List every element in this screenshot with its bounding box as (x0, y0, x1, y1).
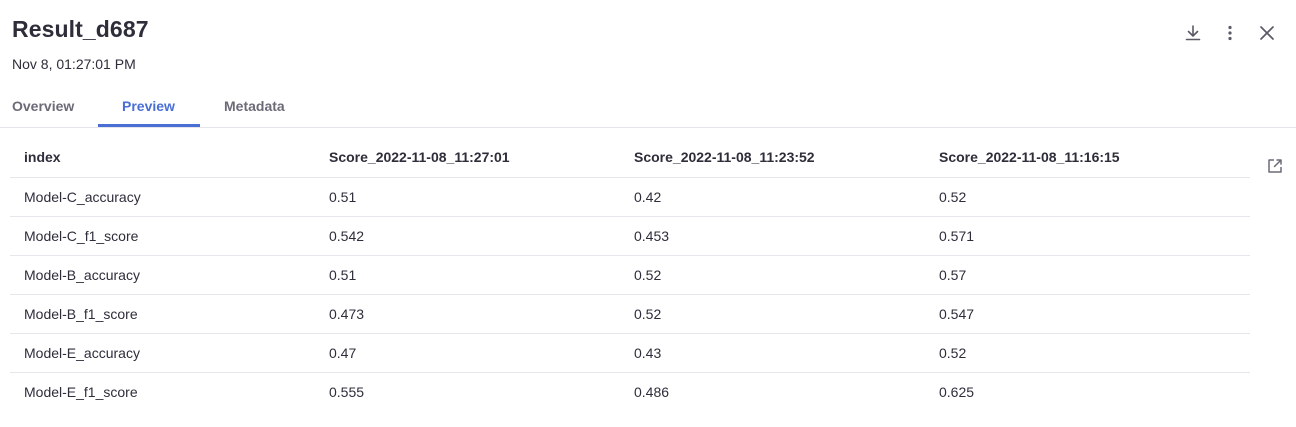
column-header-score-2: Score_2022-11-08_11:23:52 (620, 138, 925, 178)
table-cell: 0.542 (315, 216, 620, 256)
table-cell: 0.547 (925, 294, 1250, 334)
tab-preview[interactable]: Preview (98, 88, 200, 127)
table-cell: 0.52 (620, 294, 925, 334)
table-cell-index: Model-B_f1_score (10, 294, 315, 334)
download-icon (1185, 25, 1201, 41)
close-button[interactable] (1256, 22, 1278, 44)
preview-table-container: index Score_2022-11-08_11:27:01 Score_20… (10, 138, 1250, 411)
header-actions (1167, 22, 1278, 44)
result-timestamp: Nov 8, 01:27:01 PM (12, 56, 136, 72)
table-cell: 0.52 (925, 177, 1250, 217)
table-row: Model-B_accuracy 0.51 0.52 0.57 (10, 255, 1250, 295)
table-cell-index: Model-E_accuracy (10, 333, 315, 373)
table-cell: 0.52 (620, 255, 925, 295)
more-vertical-icon (1228, 25, 1232, 41)
table-cell-index: Model-E_f1_score (24, 383, 138, 400)
table-header-row: index Score_2022-11-08_11:27:01 Score_20… (10, 138, 1250, 178)
table-cell: 0.42 (620, 177, 925, 217)
table-row: Model-C_f1_score 0.542 0.453 0.571 (10, 216, 1250, 256)
preview-table: index Score_2022-11-08_11:27:01 Score_20… (10, 138, 1250, 411)
table-cell-index: Model-C_accuracy (10, 177, 315, 217)
close-icon (1260, 26, 1274, 40)
table-row: Model-B_f1_score 0.473 0.52 0.547 (10, 294, 1250, 334)
tab-bar: Overview Preview Metadata (0, 88, 310, 128)
table-row: Model-E_f1_score 0.555 0.486 0.625 (10, 372, 1250, 411)
table-cell: 0.57 (925, 255, 1250, 295)
table-cell-index: Model-B_accuracy (10, 255, 315, 295)
table-cell: 0.47 (315, 333, 620, 373)
table-cell-index: Model-C_f1_score (10, 216, 315, 256)
table-cell: 0.486 (634, 383, 670, 400)
open-external-icon (1268, 159, 1282, 173)
table-cell: 0.51 (315, 255, 620, 295)
page-title: Result_d687 (12, 16, 149, 42)
table-cell: 0.43 (620, 333, 925, 373)
more-options-button[interactable] (1219, 22, 1241, 44)
table-cell: 0.555 (329, 383, 365, 400)
table-cell: 0.473 (315, 294, 620, 334)
open-in-new-window-button[interactable] (1266, 157, 1284, 175)
panel-header: Result_d687 Nov 8, 01:27:01 PM Overview … (0, 0, 1296, 128)
table-cell: 0.52 (925, 333, 1250, 373)
table-cell: 0.453 (620, 216, 925, 256)
table-row: Model-C_accuracy 0.51 0.42 0.52 (10, 177, 1250, 217)
column-header-index: index (10, 138, 315, 178)
table-cell: 0.571 (925, 216, 1250, 256)
tab-metadata[interactable]: Metadata (200, 88, 310, 126)
column-header-score-3: Score_2022-11-08_11:16:15 (925, 138, 1250, 178)
table-cell: 0.51 (315, 177, 620, 217)
tab-overview[interactable]: Overview (0, 88, 98, 126)
download-button[interactable] (1182, 22, 1204, 44)
table-row: Model-E_accuracy 0.47 0.43 0.52 (10, 333, 1250, 373)
table-cell: 0.625 (939, 383, 975, 400)
column-header-score-1: Score_2022-11-08_11:27:01 (315, 138, 620, 178)
